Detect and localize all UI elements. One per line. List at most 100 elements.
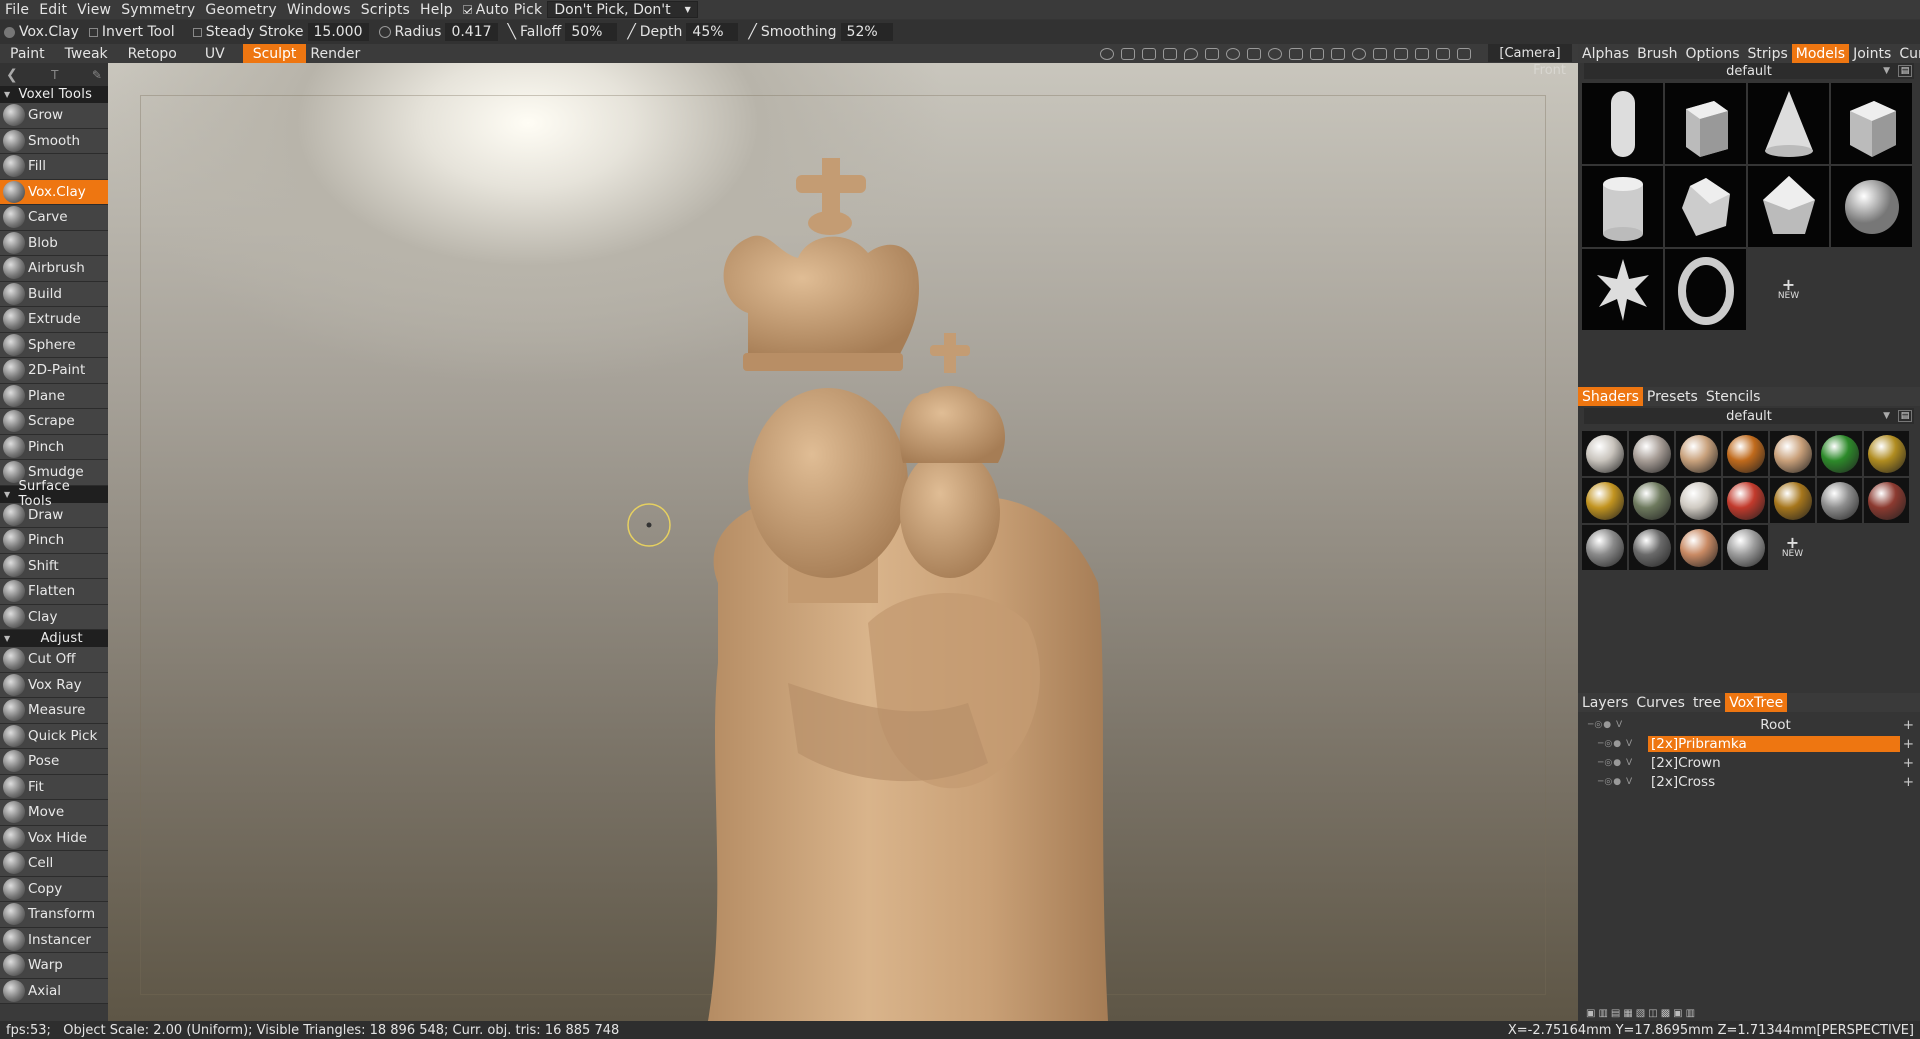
tool-carve[interactable]: Carve <box>0 205 108 231</box>
shader-swatch[interactable] <box>1864 431 1909 476</box>
tool-scrape[interactable]: Scrape <box>0 409 108 435</box>
tree-row-cross[interactable]: ─◎● V [2x]Cross + <box>1578 772 1920 791</box>
tool-axial[interactable]: Axial <box>0 978 108 1004</box>
tab-alphas[interactable]: Alphas <box>1578 44 1633 63</box>
tab-curves[interactable]: Curves <box>1895 44 1920 63</box>
auto-pick-toggle[interactable]: Auto Pick <box>458 2 548 18</box>
tool-extrude[interactable]: Extrude <box>0 307 108 333</box>
fullscreen-icon[interactable] <box>1436 47 1450 60</box>
tool-fill[interactable]: Fill <box>0 154 108 180</box>
layer-actions[interactable]: ▣▥▤▦▧◫▩▣▥ <box>1586 1008 1698 1019</box>
brush-icon[interactable] <box>1163 47 1177 60</box>
light-icon[interactable] <box>1121 47 1135 60</box>
image-icon[interactable] <box>1142 47 1156 60</box>
tab-voxtree[interactable]: VoxTree <box>1725 693 1788 712</box>
shader-swatch[interactable] <box>1582 525 1627 570</box>
tool-quick-pick[interactable]: Quick Pick <box>0 723 108 749</box>
current-tool[interactable]: Vox.Clay <box>4 24 79 40</box>
tool-instancer[interactable]: Instancer <box>0 927 108 953</box>
menu-geometry[interactable]: Geometry <box>200 2 281 18</box>
tab-curves-tree[interactable]: Curves <box>1632 693 1689 712</box>
shading-icon[interactable] <box>1100 47 1114 60</box>
model-cone[interactable] <box>1748 83 1829 164</box>
model-dodecahedron[interactable] <box>1665 166 1746 247</box>
shader-swatch[interactable] <box>1676 431 1721 476</box>
tool-clay[interactable]: Clay <box>0 604 108 630</box>
tool-warp[interactable]: Warp <box>0 953 108 979</box>
tree-root-row[interactable]: ─◎● V Root + <box>1578 715 1920 734</box>
text-tool-icon[interactable]: T <box>51 68 58 82</box>
tab-brush[interactable]: Brush <box>1633 44 1681 63</box>
model-cube-rounded[interactable] <box>1831 83 1912 164</box>
move-icon[interactable] <box>1247 47 1261 60</box>
add-icon[interactable]: + <box>1903 717 1914 733</box>
menu-scripts[interactable]: Scripts <box>356 2 415 18</box>
smoothing-value[interactable]: 52% <box>840 23 893 41</box>
grid-icon[interactable] <box>1394 47 1408 60</box>
room-uv[interactable]: UV <box>195 44 235 63</box>
tool-measure[interactable]: Measure <box>0 698 108 724</box>
radius-control[interactable]: Radius 0.417 <box>378 23 498 41</box>
rotate-icon[interactable] <box>1226 47 1240 60</box>
tool-fit[interactable]: Fit <box>0 774 108 800</box>
forbid-icon[interactable] <box>1352 47 1366 60</box>
falloff-value[interactable]: 50% <box>565 23 618 41</box>
model-cylinder[interactable] <box>1582 166 1663 247</box>
shader-swatch[interactable] <box>1676 525 1721 570</box>
room-paint[interactable]: Paint <box>0 44 55 63</box>
tab-joints[interactable]: Joints <box>1849 44 1895 63</box>
invert-tool-toggle[interactable]: Invert Tool <box>88 24 175 40</box>
shaders-preset-dropdown[interactable]: default ▼ ▤ <box>1584 408 1914 424</box>
shader-swatch[interactable] <box>1676 478 1721 523</box>
drop-icon[interactable] <box>1184 47 1198 60</box>
shader-swatch[interactable] <box>1723 525 1768 570</box>
widget-icon[interactable] <box>1415 47 1429 60</box>
smoothing-control[interactable]: ╱ Smoothing 52% <box>748 23 893 41</box>
visibility-icon[interactable]: ─◎● V <box>1588 739 1648 749</box>
tab-layers[interactable]: Layers <box>1578 693 1632 712</box>
new-model-button[interactable]: + NEW <box>1748 249 1829 330</box>
add-icon[interactable]: + <box>1903 774 1914 790</box>
shader-swatch[interactable] <box>1629 478 1674 523</box>
tree-row-crown[interactable]: ─◎● V [2x]Crown + <box>1578 753 1920 772</box>
panel-nav-icon[interactable]: ❮ <box>6 67 18 83</box>
menu-windows[interactable]: Windows <box>282 2 356 18</box>
shader-swatch[interactable] <box>1582 478 1627 523</box>
shader-swatch[interactable] <box>1770 478 1815 523</box>
tab-stencils[interactable]: Stencils <box>1702 387 1765 406</box>
new-shader-button[interactable]: + NEW <box>1770 525 1815 570</box>
tab-presets[interactable]: Presets <box>1643 387 1702 406</box>
depth-value[interactable]: 45% <box>686 23 739 41</box>
folder-icon[interactable]: ▤ <box>1898 65 1912 77</box>
model-torus[interactable] <box>1665 249 1746 330</box>
zoom-icon[interactable] <box>1268 47 1282 60</box>
model-icosahedron[interactable] <box>1748 166 1829 247</box>
radius-value[interactable]: 0.417 <box>445 23 498 41</box>
room-tweak[interactable]: Tweak <box>55 44 118 63</box>
tool-copy[interactable]: Copy <box>0 876 108 902</box>
tool-vox-ray[interactable]: Vox Ray <box>0 672 108 698</box>
tool-shift[interactable]: Shift <box>0 553 108 579</box>
model-cube[interactable] <box>1665 83 1746 164</box>
shader-swatch[interactable] <box>1629 525 1674 570</box>
menu-symmetry[interactable]: Symmetry <box>116 2 200 18</box>
falloff-control[interactable]: ╲ Falloff 50% <box>508 23 618 41</box>
tool-move[interactable]: Move <box>0 800 108 826</box>
surface-tools-header[interactable]: ▼ Surface Tools <box>0 479 108 509</box>
model-capsule[interactable] <box>1582 83 1663 164</box>
tool-pinch[interactable]: Pinch <box>0 528 108 554</box>
shader-swatch[interactable] <box>1723 478 1768 523</box>
tool-airbrush[interactable]: Airbrush <box>0 256 108 282</box>
tab-options[interactable]: Options <box>1682 44 1744 63</box>
menu-edit[interactable]: Edit <box>34 2 72 18</box>
tool-cut-off[interactable]: Cut Off <box>0 647 108 673</box>
tool-plane[interactable]: Plane <box>0 383 108 409</box>
room-render[interactable]: Render <box>306 44 370 63</box>
room-retopo[interactable]: Retopo <box>118 44 187 63</box>
camera-view-icon[interactable] <box>1457 47 1471 60</box>
tab-strips[interactable]: Strips <box>1744 44 1792 63</box>
shader-swatch[interactable] <box>1582 431 1627 476</box>
shader-swatch[interactable] <box>1817 478 1862 523</box>
tool-pose[interactable]: Pose <box>0 749 108 775</box>
model-spiky-star[interactable] <box>1582 249 1663 330</box>
